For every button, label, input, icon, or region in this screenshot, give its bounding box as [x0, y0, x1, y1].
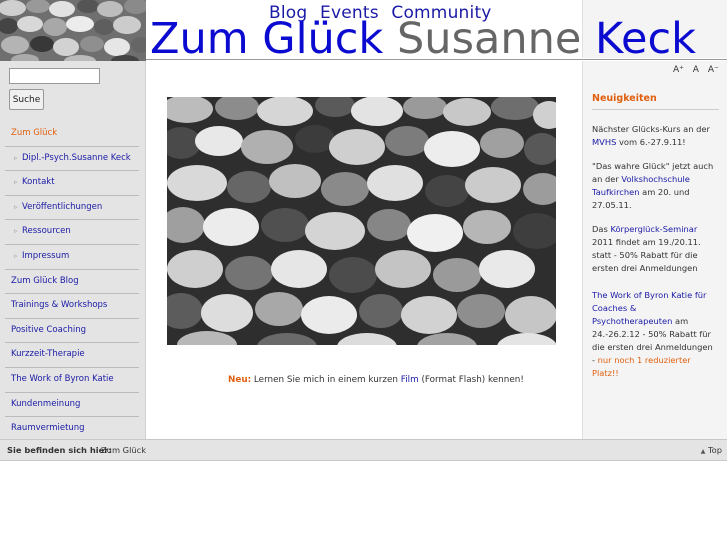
- news-announcement: Neu: Lernen Sie mich in einem kurzen Fil…: [228, 375, 524, 385]
- top-link[interactable]: ▲ Top: [701, 445, 722, 455]
- announcement-text-end: (Format Flash) kennen!: [421, 375, 524, 385]
- bullet-arrow-icon: ▹: [14, 227, 18, 236]
- news-heading: Neuigkeiten: [592, 93, 657, 104]
- menu-item-label: Dipl.-Psych.Susanne Keck: [22, 152, 131, 163]
- menu-item-veroeffentlichungen[interactable]: ▹ Veröffentlichungen: [5, 196, 139, 221]
- header: Blog Events Community Zum Glück Susanne …: [0, 0, 727, 62]
- koerperglueck-link[interactable]: Körperglück-Seminar: [610, 224, 697, 234]
- menu-item-kurzzeit-therapie[interactable]: Kurzzeit-Therapie: [5, 343, 139, 368]
- news-highlight: nur noch 1 reduzierter Platz!!: [592, 355, 691, 378]
- breadcrumb-label: Sie befinden sich hier:: [7, 445, 112, 455]
- new-label: Neu:: [228, 375, 252, 385]
- news-divider: [592, 109, 719, 110]
- menu-item-impressum[interactable]: ▹ Impressum: [5, 245, 139, 270]
- news-item-4: The Work of Byron Katie für Coaches & Ps…: [592, 289, 717, 380]
- breadcrumb-item[interactable]: Zum Glück: [101, 445, 146, 455]
- announcement-text: Lernen Sie mich in einem kurzen: [253, 375, 398, 385]
- menu-item-blog[interactable]: Zum Glück Blog: [5, 270, 139, 295]
- menu-item-trainings[interactable]: Trainings & Workshops: [5, 294, 139, 319]
- menu-item-kontakt[interactable]: ▹ Kontakt: [5, 171, 139, 196]
- header-divider: [146, 59, 727, 60]
- menu-item-kundenmeinung[interactable]: Kundenmeinung: [5, 393, 139, 418]
- mvhs-link[interactable]: MVHS: [592, 137, 616, 147]
- breadcrumb-bar: Sie befinden sich hier: Zum Glück ▲ Top: [0, 439, 727, 461]
- bullet-arrow-icon: ▹: [14, 251, 18, 260]
- bullet-arrow-icon: ▹: [14, 153, 18, 162]
- news-item-2: "Das wahre Glück" jetzt auch an der Volk…: [592, 160, 717, 212]
- search-button[interactable]: Suche: [9, 89, 44, 110]
- site-title-lastname: Keck: [594, 14, 697, 64]
- menu-item-label: Impressum: [22, 250, 70, 261]
- byron-katie-link[interactable]: The Work of Byron Katie für Coaches & Ps…: [592, 290, 706, 326]
- menu-item-label: Ressourcen: [22, 226, 71, 237]
- main-menu: Zum Glück ▹ Dipl.-Psych.Susanne Keck ▹ Kon…: [5, 122, 139, 442]
- news-text: Nächster Glücks-Kurs an der: [592, 124, 710, 134]
- font-normal-button[interactable]: A: [693, 65, 699, 75]
- search-input[interactable]: [9, 68, 100, 84]
- menu-item-byron-katie[interactable]: The Work of Byron Katie: [5, 368, 139, 393]
- right-sidebar: A⁺ A A⁻ Neuigkeiten Nächster Glücks-Kurs…: [582, 61, 727, 439]
- font-larger-button[interactable]: A⁺: [673, 65, 684, 75]
- header-stones-image[interactable]: [0, 0, 146, 61]
- site-title-main: Zum Glück: [150, 14, 384, 64]
- bullet-arrow-icon: ▹: [14, 178, 18, 187]
- up-arrow-icon: ▲: [700, 448, 706, 455]
- menu-item-ressourcen[interactable]: ▹ Ressourcen: [5, 220, 139, 245]
- site-title[interactable]: Zum Glück Susanne Keck: [150, 16, 696, 62]
- news-text: Das: [592, 224, 608, 234]
- menu-item-positive-coaching[interactable]: Positive Coaching: [5, 319, 139, 344]
- news-text: vom 6.-27.9.11!: [618, 137, 686, 147]
- menu-item-label: Veröffentlichungen: [22, 201, 103, 212]
- font-smaller-button[interactable]: A⁻: [708, 65, 719, 75]
- bullet-arrow-icon: ▹: [14, 202, 18, 211]
- stones-photo: [167, 97, 556, 345]
- news-item-3: Das Körperglück-Seminar 2011 findet am 1…: [592, 223, 717, 275]
- site-title-firstname: Susanne: [397, 14, 582, 64]
- menu-item-label: Kontakt: [22, 177, 55, 188]
- top-link-label: Top: [707, 445, 722, 455]
- news-text: 2011 findet am 19./20.11. statt - 50% Ra…: [592, 237, 701, 273]
- film-link[interactable]: Film: [401, 375, 419, 385]
- font-size-controls: A⁺ A A⁻: [673, 65, 725, 75]
- news-item-1: Nächster Glücks-Kurs an der MVHS vom 6.-…: [592, 123, 717, 149]
- menu-item-zum-glueck[interactable]: Zum Glück: [5, 122, 139, 147]
- menu-item-dipl-psych[interactable]: ▹ Dipl.-Psych.Susanne Keck: [5, 147, 139, 172]
- left-sidebar: Suche Zum Glück ▹ Dipl.-Psych.Susanne Kec…: [0, 61, 146, 442]
